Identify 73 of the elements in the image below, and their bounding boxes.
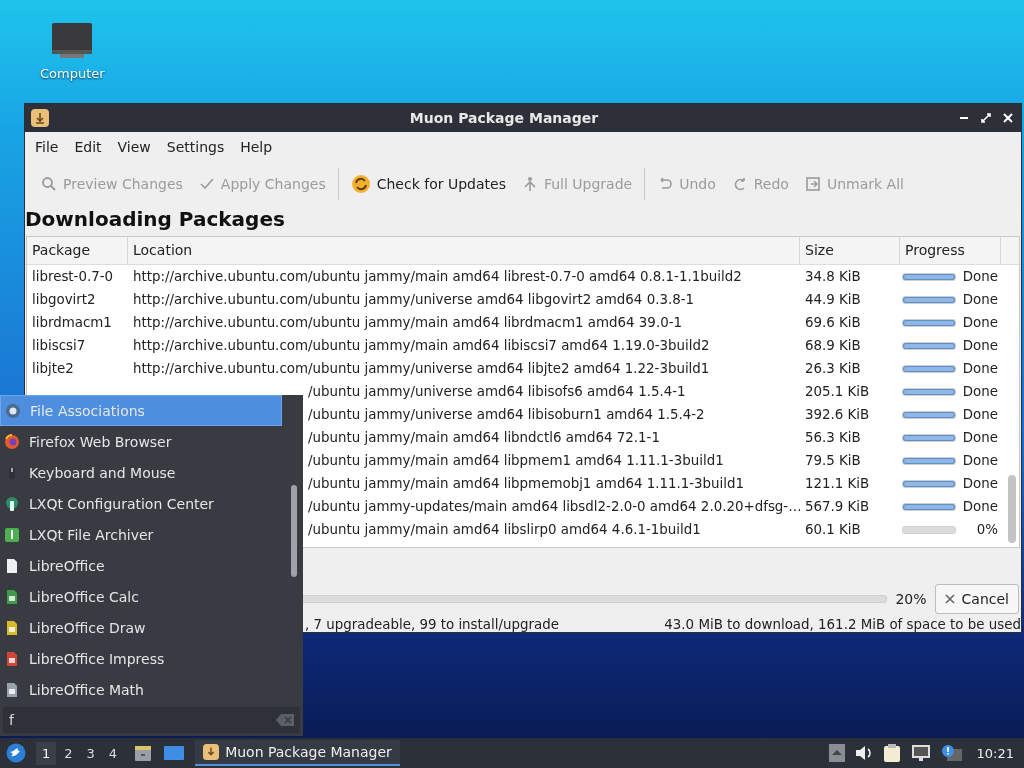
progress-status: Done	[961, 269, 998, 284]
table-cell: libiscsi7	[32, 338, 86, 353]
progress-status: Done	[961, 361, 998, 376]
status-text: 43.0 MiB to download, 161.2 MiB of space to be used	[664, 617, 1021, 632]
table-cell: /ubuntu jammy/universe amd64 libisofs6 amd64 1.5.4-1	[308, 384, 686, 399]
progress-status: Done	[961, 453, 998, 468]
clock[interactable]: 10:21	[972, 745, 1018, 761]
desktop-switch-button[interactable]: 3	[80, 741, 101, 765]
menu-item[interactable]: LXQt Configuration Center	[0, 488, 282, 519]
table-cell: /ubuntu jammy/universe amd64 libisoburn1 amd64 1.5.4-2	[308, 407, 705, 422]
menu-item[interactable]: View	[109, 135, 159, 159]
status-text: , 7 upgradeable, 99 to install/upgrade	[305, 617, 559, 632]
progress-status: 0%	[975, 522, 998, 537]
column-header[interactable]: Package	[27, 237, 128, 264]
table-cell: 121.1 KiB	[805, 476, 870, 491]
menu-item[interactable]: File	[27, 135, 67, 159]
column-header[interactable]: Location	[128, 237, 800, 264]
table-cell: 60.1 KiB	[805, 522, 861, 537]
table-cell: librdmacm1	[32, 315, 112, 330]
table-cell: /ubuntu jammy/main amd64 libpmem1 amd64 1.11.1-3build1	[308, 453, 724, 468]
table-cell: 68.9 KiB	[805, 338, 861, 353]
desktop-switch-button[interactable]: 2	[58, 741, 79, 765]
page-heading: Downloading Packages	[25, 206, 286, 233]
table-cell: http://archive.ubuntu.com/ubuntu jammy/main amd64 librdmacm1 amd64 39.0-1	[133, 315, 682, 330]
progress-status: Done	[961, 384, 998, 399]
table-cell: libjte2	[32, 361, 74, 376]
table-cell: http://archive.ubuntu.com/ubuntu jammy/main amd64 librest-0.7-0 amd64 0.8.1-1.1build2	[133, 269, 742, 284]
table-cell: 567.9 KiB	[805, 499, 870, 514]
table-cell: /ubuntu jammy/main amd64 libslirp0 amd64 4.6.1-1build1	[308, 522, 701, 537]
menu-item[interactable]: Edit	[66, 135, 110, 159]
progress-status: Done	[961, 476, 998, 491]
table-cell: /ubuntu jammy/main amd64 libpmemobj1 amd64 1.11.1-3build1	[308, 476, 745, 491]
taskbar-button[interactable]: Muon Package Manager	[195, 740, 400, 766]
progress-status: Done	[961, 499, 998, 514]
search-field[interactable]: f	[3, 707, 300, 733]
column-header[interactable]: Progress	[900, 237, 1001, 264]
table-cell: 56.3 KiB	[805, 430, 861, 445]
table-cell: http://archive.ubuntu.com/ubuntu jammy/universe amd64 libgovirt2 amd64 0.3.8-1	[133, 292, 695, 307]
progress-status: Done	[961, 407, 998, 422]
table-cell: 79.5 KiB	[805, 453, 861, 468]
menu-item[interactable]: LibreOffice	[0, 550, 282, 581]
table-cell: 34.8 KiB	[805, 269, 861, 284]
table-cell: 69.6 KiB	[805, 315, 861, 330]
progress-percent: 20%	[895, 591, 927, 607]
table-cell: 44.9 KiB	[805, 292, 861, 307]
table-cell: http://archive.ubuntu.com/ubuntu jammy/universe amd64 libjte2 amd64 1.22-3build1	[133, 361, 710, 376]
table-cell: /ubuntu jammy/main amd64 libndctl6 amd64 72.1-1	[308, 430, 660, 445]
cancel-button[interactable]: Cancel	[934, 584, 1019, 614]
column-header[interactable]: Size	[800, 237, 900, 264]
menu-item[interactable]: LibreOffice Calc	[0, 581, 282, 612]
table-cell: librest-0.7-0	[32, 269, 114, 284]
progress-status: Done	[961, 338, 998, 353]
desktop-switch-button[interactable]: 1	[36, 741, 57, 765]
menu-item[interactable]: Firefox Web Browser	[0, 426, 282, 457]
window-title: Muon Package Manager	[408, 110, 600, 126]
table-cell: http://archive.ubuntu.com/ubuntu jammy/main amd64 libiscsi7 amd64 1.19.0-3build2	[133, 338, 710, 353]
progress-status: Done	[961, 292, 998, 307]
toolbar-button[interactable]: Check for Updates	[342, 170, 514, 198]
menu-item[interactable]: LibreOffice Draw	[0, 612, 282, 643]
progress-status: Done	[961, 315, 998, 330]
progress-status: Done	[961, 430, 998, 445]
desktop-switch-button[interactable]: 4	[102, 741, 124, 765]
menu-item[interactable]: LibreOffice Math	[0, 674, 282, 705]
table-cell: 205.1 KiB	[805, 384, 870, 399]
menu-item[interactable]: Help	[232, 135, 281, 159]
table-cell: libgovirt2	[32, 292, 96, 307]
menu-item[interactable]: Settings	[158, 135, 233, 159]
table-cell: 26.3 KiB	[805, 361, 861, 376]
menu-item[interactable]: LibreOffice Impress	[0, 643, 282, 674]
table-cell: 392.6 KiB	[805, 407, 870, 422]
menu-item[interactable]: LXQt File Archiver	[0, 519, 282, 550]
menu-item[interactable]: Keyboard and Mouse	[0, 457, 282, 488]
table-cell: /ubuntu jammy-updates/main amd64 libsdl2-2.0-0 amd64 2.0.20+dfsg-…	[308, 499, 800, 514]
